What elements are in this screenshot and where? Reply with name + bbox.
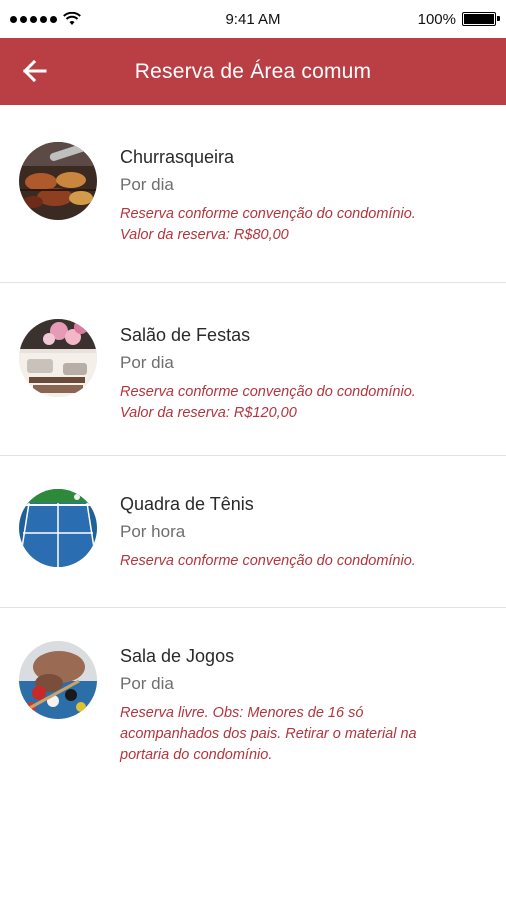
item-note: Reserva conforme convenção do condomínio… [120,204,492,246]
signal-icon [10,15,57,23]
app-bar: Reserva de Área comum [0,38,506,105]
item-period: Por dia [120,353,174,372]
battery-percentage: 100% [417,10,456,28]
item-note: Reserva conforme convenção do condomínio… [120,382,492,424]
item-note-line: Reserva conforme convenção do condomínio… [120,384,416,400]
churrasqueira-image [19,142,97,220]
status-left [10,12,81,26]
status-bar: 9:41 AM 100% [0,0,506,38]
item-note-line: acompanhados dos pais. Retirar o materia… [120,726,417,742]
item-note-line: Valor da reserva: R$80,00 [120,227,289,243]
item-note-line: Reserva conforme convenção do condomínio… [120,553,416,569]
item-note-line: Valor da reserva: R$120,00 [120,405,297,421]
item-note-line: Reserva livre. Obs: Menores de 16 só [120,705,364,721]
sala-de-jogos-image [19,641,97,719]
wifi-icon [63,12,81,25]
item-text: Churrasqueira Por dia Reserva conforme c… [120,146,492,246]
quadra-de-tenis-image [19,489,97,567]
list-item-quadra-de-tenis[interactable]: Quadra de Tênis Por hora Reserva conform… [0,456,506,608]
item-title: Sala de Jogos [120,646,235,666]
item-text: Salão de Festas Por dia Reserva conforme… [120,324,492,424]
item-period: Por dia [120,674,174,693]
item-note: Reserva livre. Obs: Menores de 16 só aco… [120,703,492,766]
status-right: 100% [417,10,500,28]
list-item-churrasqueira[interactable]: Churrasqueira Por dia Reserva conforme c… [0,105,506,283]
item-title: Salão de Festas [120,325,251,345]
item-title: Quadra de Tênis [120,494,254,514]
list-item-sala-de-jogos[interactable]: Sala de Jogos Por dia Reserva livre. Obs… [0,608,506,808]
battery-icon [462,12,500,26]
item-period: Por dia [120,175,174,194]
item-text: Sala de Jogos Por dia Reserva livre. Obs… [120,645,492,766]
item-title: Churrasqueira [120,147,235,167]
item-note: Reserva conforme convenção do condomínio… [120,551,492,572]
item-note-line: portaria do condomínio. [120,747,273,763]
list-item-salao-de-festas[interactable]: Salão de Festas Por dia Reserva conforme… [0,283,506,456]
item-text: Quadra de Tênis Por hora Reserva conform… [120,493,492,572]
salao-de-festas-image [19,319,97,397]
item-period: Por hora [120,522,186,541]
item-note-line: Reserva conforme convenção do condomínio… [120,206,416,222]
area-list: Churrasqueira Por dia Reserva conforme c… [0,105,506,808]
page-title: Reserva de Área comum [134,59,372,83]
